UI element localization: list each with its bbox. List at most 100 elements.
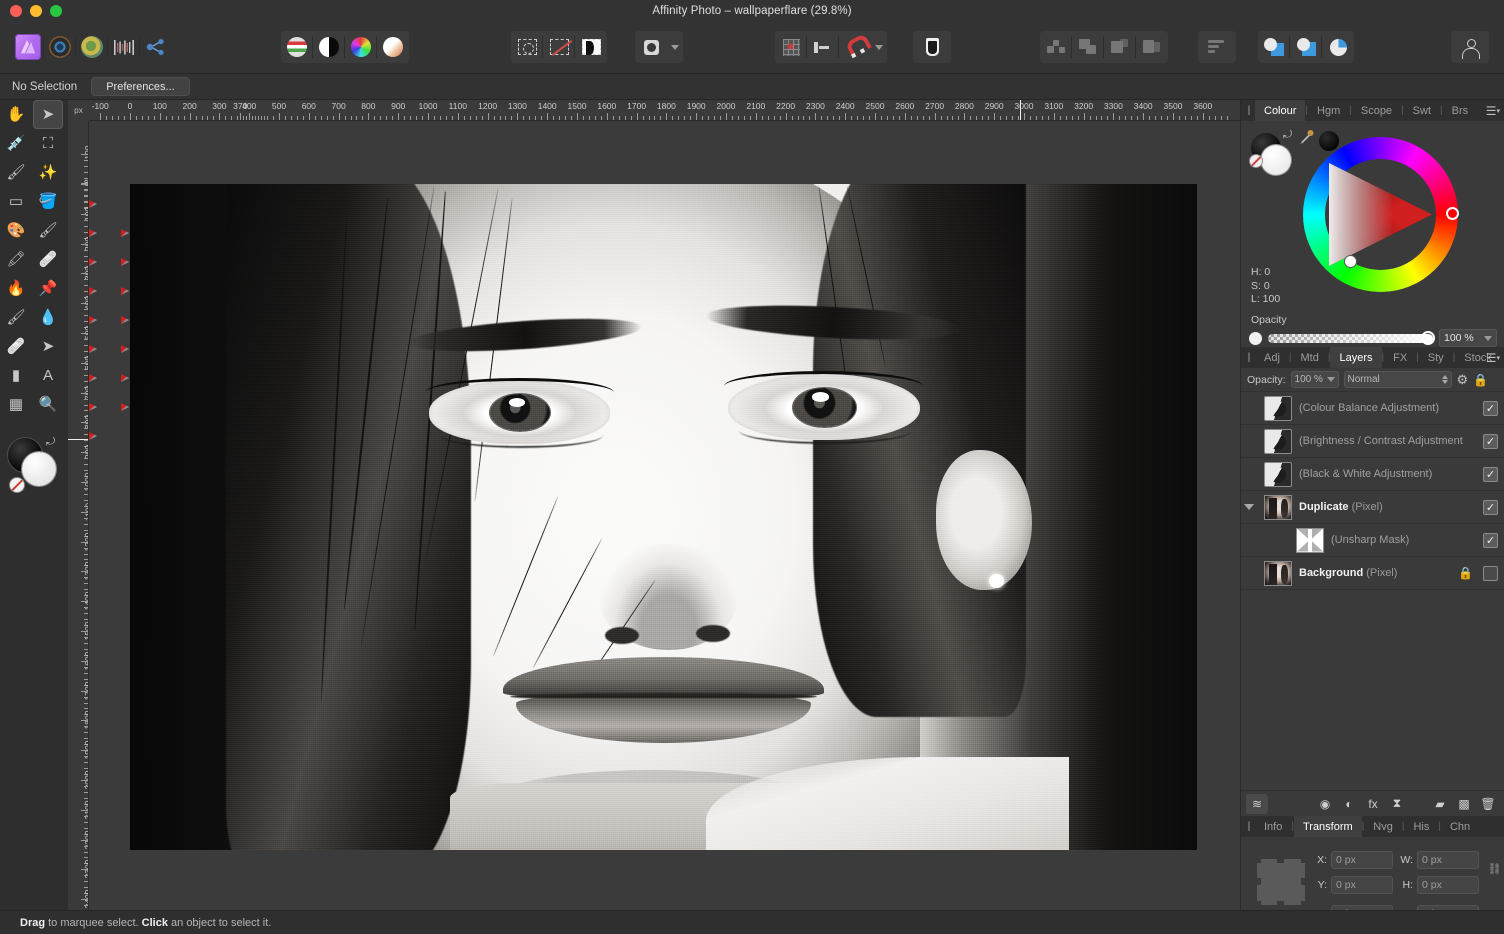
move-button[interactable] — [807, 31, 839, 63]
canvas-area[interactable] — [89, 121, 1240, 910]
layer-visibility-checkbox[interactable]: ✓ — [1483, 400, 1498, 416]
layer-visibility-checkbox[interactable]: ✓ — [1483, 499, 1498, 515]
layer-row[interactable]: (Unsharp Mask) ✓ — [1241, 524, 1504, 557]
transform-x-input[interactable]: 0 px — [1331, 851, 1393, 869]
levels-button[interactable] — [313, 31, 345, 63]
channels-button[interactable] — [281, 31, 313, 63]
new-group-button[interactable]: ▰ — [1429, 794, 1451, 814]
tab-swt[interactable]: Swt — [1404, 100, 1440, 121]
horizontal-ruler[interactable]: -100 0 100 200 300 400 500 600 700 800 900 1000 1100… — [68, 100, 1240, 121]
mask-layer-button[interactable]: ◉ — [1314, 794, 1336, 814]
refine-selection-button[interactable] — [575, 31, 607, 63]
colour-wheel-button[interactable] — [345, 31, 377, 63]
transform-anchor-widget[interactable] — [1254, 856, 1308, 908]
link-dimensions-icon[interactable]: ⛓ — [1488, 861, 1501, 875]
layer-row[interactable]: Background (Pixel) 🔒 — [1241, 557, 1504, 590]
arrange-scatter-button[interactable] — [1040, 31, 1072, 63]
colour-opacity-row[interactable]: 100 % — [1249, 329, 1497, 347]
stepper-icon[interactable] — [1441, 375, 1448, 384]
liquify-persona-button[interactable] — [76, 31, 108, 63]
rectangle-shape-tool[interactable]: ▮ — [1, 361, 97, 411]
effects-button[interactable]: fx — [1362, 794, 1384, 814]
layer-visibility-checkbox[interactable]: ✓ — [1483, 532, 1498, 548]
clone-brush-tool[interactable]: 📌 — [33, 274, 129, 324]
window-controls[interactable] — [10, 5, 62, 17]
eyedropper-icon[interactable] — [1299, 129, 1315, 148]
tab-his[interactable]: His — [1404, 816, 1438, 837]
tool-colour-swatches[interactable]: ⤾ — [8, 436, 64, 496]
ruler-unit-label[interactable]: px — [68, 100, 89, 121]
view-tool[interactable]: ✋ — [1, 100, 31, 129]
no-colour-swatch[interactable] — [10, 478, 24, 492]
blur-tool[interactable]: 💧 — [33, 303, 129, 353]
saturation-cursor[interactable] — [1345, 256, 1356, 267]
colour-panel-swatches[interactable]: ⤾ — [1250, 129, 1299, 181]
opacity-slider-handle[interactable] — [1421, 330, 1435, 345]
tab-hgm[interactable]: Hgm — [1308, 100, 1349, 121]
mesh-warp-tool[interactable]: ▦ — [1, 390, 97, 440]
tab-nvg[interactable]: Nvg — [1364, 816, 1402, 837]
tab-brs[interactable]: Brs — [1443, 100, 1478, 121]
delete-layer-button[interactable]: 🗑 — [1477, 794, 1499, 814]
select-pixel-button[interactable] — [511, 31, 543, 63]
layers-opacity-field[interactable]: 100 % — [1290, 371, 1339, 388]
layers-panel-menu-icon[interactable]: ☰ ▾ — [1486, 347, 1500, 368]
transform-y-input[interactable]: 0 px — [1331, 876, 1393, 894]
lock-icon[interactable]: 🔒 — [1473, 373, 1488, 387]
tab-fx[interactable]: FX — [1384, 347, 1416, 368]
affinity-photo-logo-button[interactable] — [12, 31, 44, 63]
smudge-tool[interactable]: 🖍 — [1, 245, 97, 295]
layer-stack-button[interactable]: ≋ — [1246, 793, 1268, 814]
export-persona-button[interactable] — [140, 31, 172, 63]
tab-mtd[interactable]: Mtd — [1292, 347, 1328, 368]
tab-transform[interactable]: Transform — [1293, 816, 1362, 837]
zoom-button[interactable] — [50, 5, 62, 17]
boolean-add-button[interactable] — [1258, 31, 1290, 63]
secondary-colour-dot[interactable] — [1319, 131, 1339, 151]
tone-mapping-persona-button[interactable] — [108, 31, 140, 63]
chevron-down-icon[interactable] — [1484, 335, 1492, 341]
gear-icon[interactable]: ⚙ — [1457, 372, 1469, 388]
transform-h-input[interactable]: 0 px — [1417, 876, 1479, 894]
node-tool[interactable]: ➤ — [33, 332, 129, 382]
close-button[interactable] — [10, 5, 22, 17]
paint-mixer-tool[interactable]: 🎨 — [1, 216, 97, 266]
magic-wand-tool[interactable]: ✨ — [33, 158, 63, 187]
layer-row[interactable]: (Colour Balance Adjustment) ✓ — [1241, 392, 1504, 425]
show-grid-button[interactable] — [775, 31, 807, 63]
snapping-button[interactable] — [839, 31, 871, 63]
arrange-back-button[interactable] — [1072, 31, 1104, 63]
opacity-value-field[interactable]: 100 % — [1439, 329, 1497, 347]
panel-grip-icon[interactable]: || — [1241, 816, 1255, 837]
layer-visibility-checkbox[interactable] — [1483, 565, 1498, 581]
undo-brush-tool[interactable]: 🖌 — [1, 303, 97, 353]
develop-persona-button[interactable] — [44, 31, 76, 63]
move-tool[interactable]: ➤ — [33, 100, 63, 129]
panel-swap-colours-icon[interactable]: ⤾ — [1283, 129, 1292, 142]
boolean-subtract-button[interactable] — [1290, 31, 1322, 63]
deselect-button[interactable] — [543, 31, 575, 63]
ellipse-tool-button[interactable] — [635, 31, 667, 63]
tab-scope[interactable]: Scope — [1352, 100, 1401, 121]
tab-info[interactable]: Info — [1255, 816, 1291, 837]
flood-fill-tool[interactable]: 🪣 — [33, 187, 129, 237]
arrange-front-button[interactable] — [1136, 31, 1168, 63]
tab-adj[interactable]: Adj — [1255, 347, 1289, 368]
foreground-colour-swatch[interactable] — [22, 452, 56, 486]
transform-w-input[interactable]: 0 px — [1417, 851, 1479, 869]
document-canvas[interactable] — [130, 184, 1197, 850]
adjustment-layer-button[interactable]: ◐ — [1338, 794, 1360, 814]
marquee-selection-tool[interactable]: ▭ — [1, 187, 97, 237]
layers-list[interactable]: (Colour Balance Adjustment) ✓ (Brightness … — [1241, 392, 1504, 790]
panel-grip-icon[interactable]: || — [1241, 347, 1255, 368]
erase-brush-tool[interactable]: 🩹 — [33, 245, 129, 295]
hue-cursor[interactable] — [1446, 207, 1459, 220]
tab-sty[interactable]: Sty — [1419, 347, 1453, 368]
burn-tool[interactable]: 🔥 — [1, 274, 97, 324]
layer-visibility-checkbox[interactable]: ✓ — [1483, 466, 1498, 482]
panel-no-colour[interactable] — [1250, 155, 1262, 167]
swap-colours-icon[interactable]: ⤾ — [46, 436, 60, 448]
layer-row[interactable]: (Brightness / Contrast Adjustment ✓ — [1241, 425, 1504, 458]
ellipse-dropdown-button[interactable] — [667, 31, 683, 63]
tab-layers[interactable]: Layers — [1330, 347, 1382, 368]
